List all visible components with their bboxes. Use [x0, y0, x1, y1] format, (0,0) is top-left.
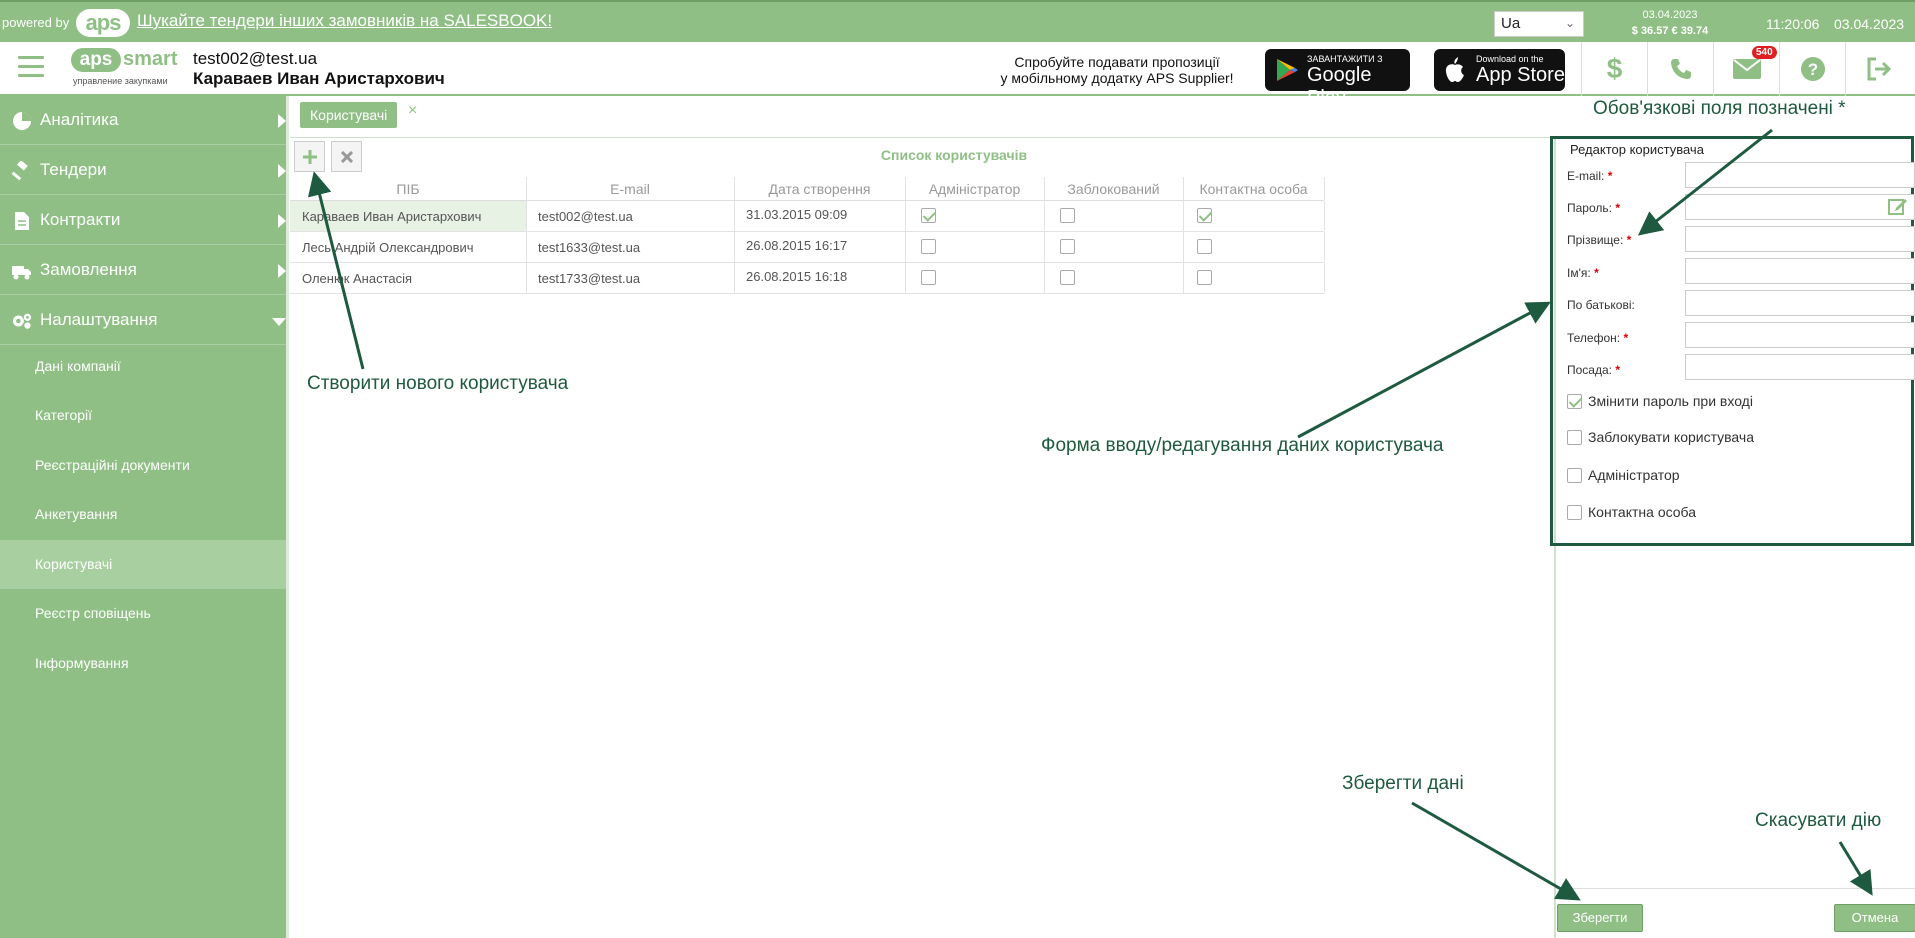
arrow-required-fields — [1637, 128, 1773, 236]
arrow-cancel-hint — [1838, 841, 1873, 896]
arrow-create-user — [307, 171, 365, 370]
arrow-save-hint — [1411, 801, 1581, 901]
annotation-arrows — [307, 128, 1873, 901]
arrow-form-hint — [1297, 301, 1551, 439]
